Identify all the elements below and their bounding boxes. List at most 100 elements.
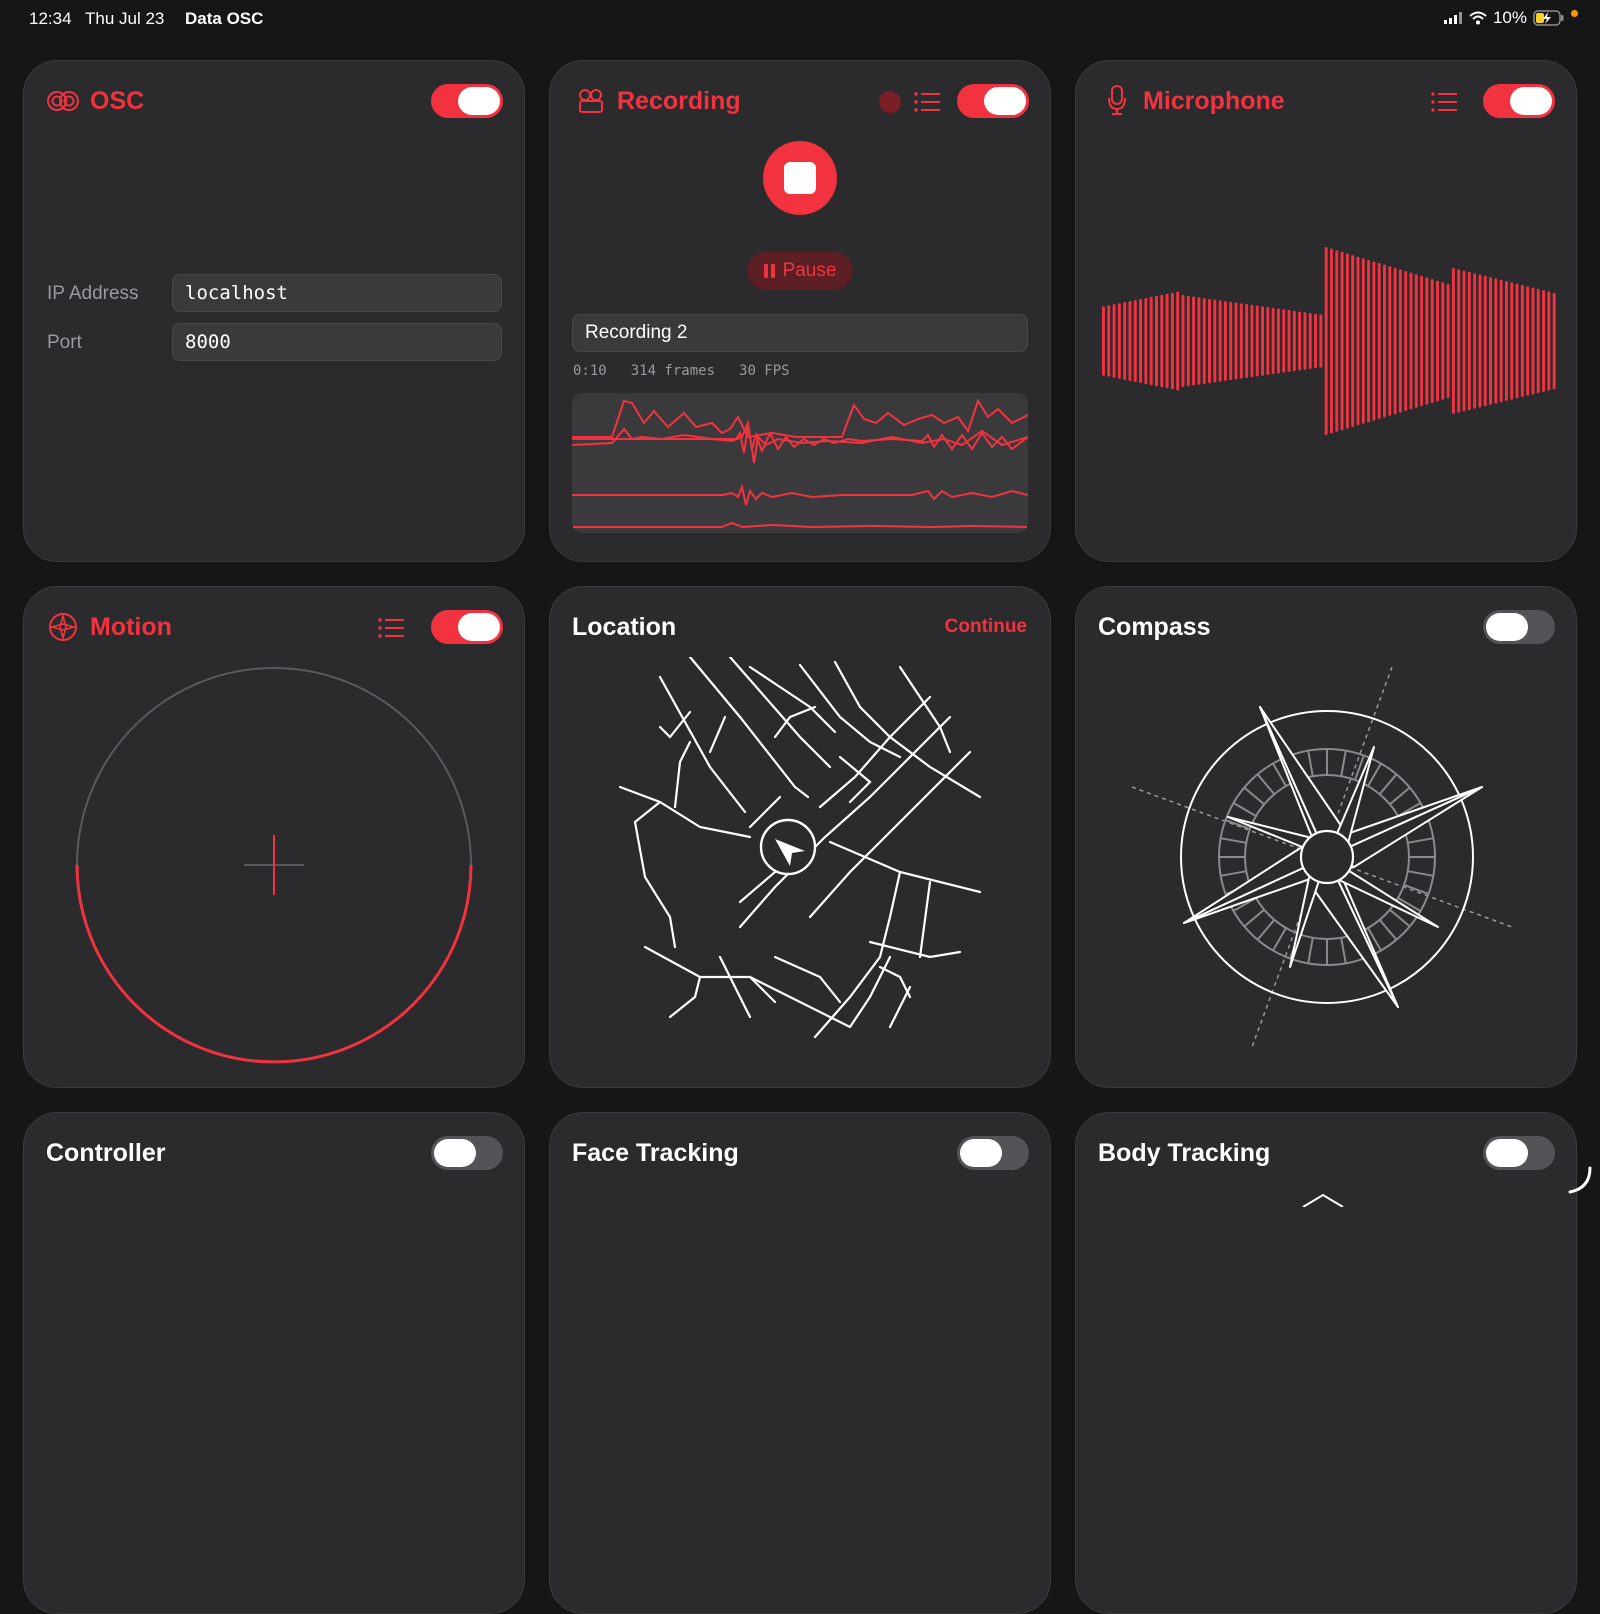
waveform-bar	[1356, 256, 1360, 426]
toggle-knob	[984, 87, 1026, 115]
location-continue-link[interactable]: Continue	[945, 616, 1027, 638]
waveform-bar	[1335, 250, 1339, 432]
pause-button[interactable]: Pause	[747, 252, 853, 290]
waveform-bar	[1451, 268, 1455, 414]
stop-icon	[784, 162, 816, 194]
face-tracking-toggle[interactable]	[957, 1136, 1029, 1170]
battery-charging-icon	[1533, 10, 1564, 26]
status-bar: 12:34 Thu Jul 23 Data OSC 10%	[0, 0, 1600, 40]
waveform-bar	[1165, 293, 1169, 389]
waveform-bar	[1287, 310, 1291, 372]
waveform-bar	[1473, 273, 1477, 409]
toggle-knob	[1486, 1139, 1528, 1167]
waveform-bar	[1128, 301, 1132, 381]
compass-toggle[interactable]	[1483, 610, 1555, 644]
recording-name-field[interactable]: Recording 2	[572, 314, 1028, 352]
waveform-bar	[1234, 302, 1238, 380]
status-app-name: Data OSC	[185, 9, 264, 28]
waveform-bar	[1170, 292, 1174, 390]
compass-tick	[1340, 750, 1347, 777]
waveform-bar	[1388, 266, 1392, 416]
waveform-bar	[1462, 270, 1466, 412]
osc-title: OSC	[90, 87, 145, 115]
controller-title: Controller	[46, 1139, 166, 1167]
toggle-knob	[458, 613, 500, 641]
toggle-knob	[1510, 87, 1552, 115]
microphone-card: Microphone	[1075, 60, 1577, 562]
waveform-bar	[1420, 275, 1424, 407]
waveform-bar	[1377, 263, 1381, 419]
waveform-bar	[1160, 294, 1164, 388]
ip-address-field[interactable]: localhost	[172, 274, 502, 312]
waveform-bar	[1446, 283, 1450, 399]
compass-tick	[1378, 773, 1398, 795]
face-tracking-title: Face Tracking	[572, 1139, 739, 1167]
waveform-bar	[1372, 261, 1376, 421]
body-figure-icon	[1302, 1193, 1344, 1207]
waveform-bar	[1345, 253, 1349, 429]
waveform-bar	[1282, 309, 1286, 373]
compass-tick	[1256, 773, 1276, 795]
waveform-bar	[1123, 302, 1127, 380]
microphone-toggle[interactable]	[1483, 84, 1555, 118]
waveform-bar	[1107, 305, 1111, 377]
list-icon[interactable]	[914, 91, 940, 113]
waveform-bar	[1192, 296, 1196, 386]
compass-tick	[1378, 919, 1398, 941]
waveform-bar	[1494, 278, 1498, 404]
osc-card: OSC IP Address localhost Port 8000	[23, 60, 525, 562]
waveform-bar	[1552, 292, 1556, 390]
waveform-bar	[1536, 288, 1540, 394]
waveform-bar	[1229, 301, 1233, 381]
compass-tick	[1367, 762, 1382, 787]
compass-tick	[1243, 786, 1265, 806]
compass-tick	[1340, 937, 1347, 964]
body-tracking-card: Body Tracking	[1075, 1112, 1577, 1614]
waveform-bar	[1483, 275, 1487, 407]
resize-handle-icon[interactable]	[1568, 1166, 1594, 1196]
waveform-bar	[1436, 280, 1439, 402]
list-icon[interactable]	[1431, 91, 1457, 113]
microphone-waveform	[1102, 247, 1556, 435]
compass-tick	[1232, 802, 1257, 817]
body-tracking-toggle[interactable]	[1483, 1136, 1555, 1170]
motion-toggle[interactable]	[431, 610, 503, 644]
compass-title: Compass	[1098, 613, 1211, 641]
recording-title: Recording	[617, 87, 741, 115]
stop-button[interactable]	[763, 141, 837, 215]
waveform-bar	[1361, 258, 1365, 424]
waveform-bar	[1383, 264, 1386, 418]
waveform-bar	[1520, 284, 1524, 398]
waveform-bar	[1504, 281, 1508, 401]
status-time: 12:34	[29, 9, 72, 28]
waveform-bar	[1414, 274, 1418, 408]
list-icon[interactable]	[378, 617, 404, 639]
waveform-bar	[1404, 271, 1408, 411]
waveform-bar	[1425, 277, 1429, 405]
osc-toggle[interactable]	[431, 84, 503, 118]
microphone-icon	[1108, 85, 1126, 115]
recording-toggle[interactable]	[957, 84, 1029, 118]
face-tracking-card: Face Tracking	[549, 1112, 1051, 1614]
toggle-knob	[1486, 613, 1528, 641]
compass-tick	[1407, 870, 1434, 877]
waveform-bar	[1144, 297, 1148, 385]
waveform-bar	[1276, 308, 1280, 374]
waveform-bar	[1223, 301, 1227, 381]
waveform-bar	[1314, 313, 1318, 369]
waveform-bar	[1181, 295, 1185, 387]
port-field[interactable]: 8000	[172, 323, 502, 361]
waveform-bar	[1117, 303, 1121, 379]
compass-tick	[1389, 786, 1411, 806]
waveform-bar	[1255, 305, 1259, 377]
compass-card: Compass	[1075, 586, 1577, 1088]
waveform-bar	[1398, 269, 1402, 413]
waveform-bar	[1330, 248, 1333, 434]
waveform-bar	[1547, 291, 1551, 391]
osc-icon	[47, 91, 79, 111]
controller-toggle[interactable]	[431, 1136, 503, 1170]
waveform-bar	[1261, 306, 1264, 376]
ip-address-label: IP Address	[47, 283, 139, 304]
battery-percent: 10%	[1492, 8, 1527, 27]
compass-tick	[1307, 750, 1314, 777]
